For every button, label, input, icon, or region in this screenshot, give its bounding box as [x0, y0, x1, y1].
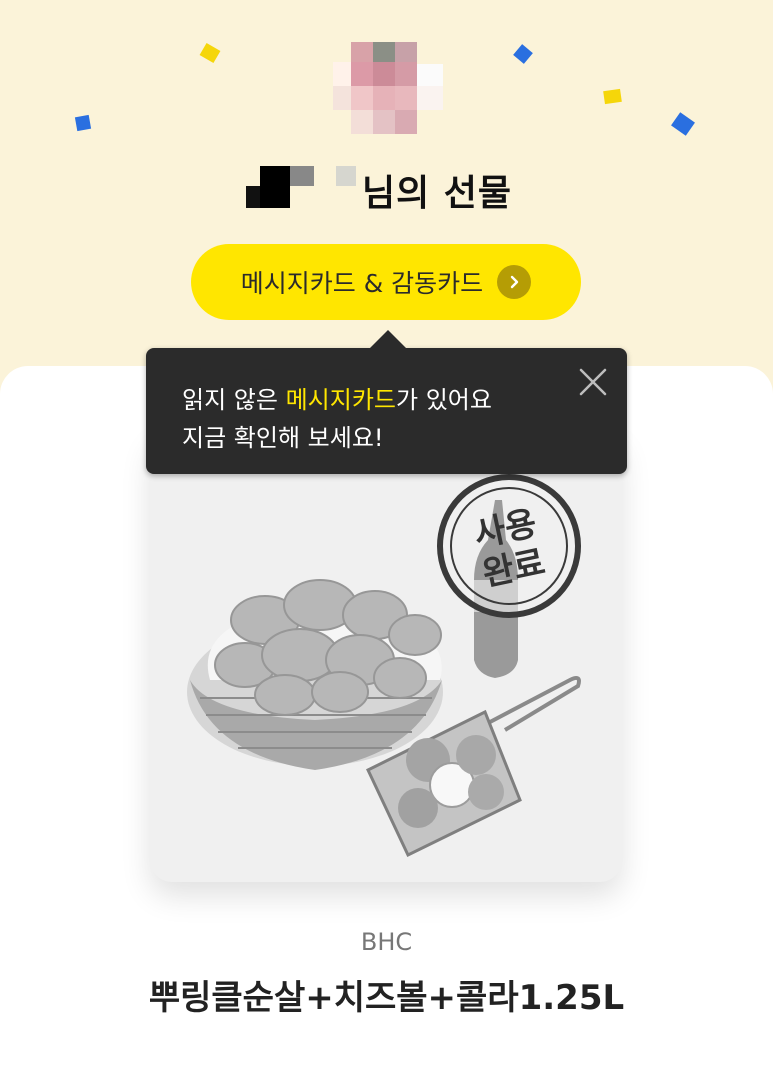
- product-name: 뿌링클순살+치즈볼+콜라1.25L: [148, 978, 625, 1018]
- confetti-yellow: [199, 42, 221, 64]
- confetti-blue: [513, 44, 533, 64]
- tooltip-line1-prefix: 읽지 않은: [182, 386, 286, 414]
- confetti-blue: [74, 114, 92, 132]
- confetti-yellow: [603, 88, 622, 105]
- page-title: 님의 선물: [362, 173, 513, 214]
- used-stamp: 사용 완료: [437, 474, 581, 618]
- close-icon[interactable]: [577, 366, 609, 398]
- message-card-button-label: 메시지카드 & 감동카드: [240, 269, 484, 298]
- tooltip-line1-suffix: 가 있어요: [395, 386, 492, 414]
- tooltip-line1: 읽지 않은 메시지카드가 있어요: [182, 380, 492, 415]
- chevron-right-icon: [497, 265, 532, 299]
- avatar: [333, 42, 445, 136]
- tooltip-pointer: [370, 330, 406, 348]
- product-image: 사용 완료: [150, 430, 622, 882]
- message-card-button[interactable]: 메시지카드 & 감동카드: [191, 244, 581, 320]
- tooltip-line2: 지금 확인해 보세요!: [182, 424, 384, 452]
- tooltip-highlight: 메시지카드: [285, 386, 396, 414]
- confetti-blue: [671, 112, 695, 136]
- unread-message-tooltip: 읽지 않은 메시지카드가 있어요 지금 확인해 보세요!: [146, 330, 627, 474]
- product-brand: BHC: [360, 928, 413, 956]
